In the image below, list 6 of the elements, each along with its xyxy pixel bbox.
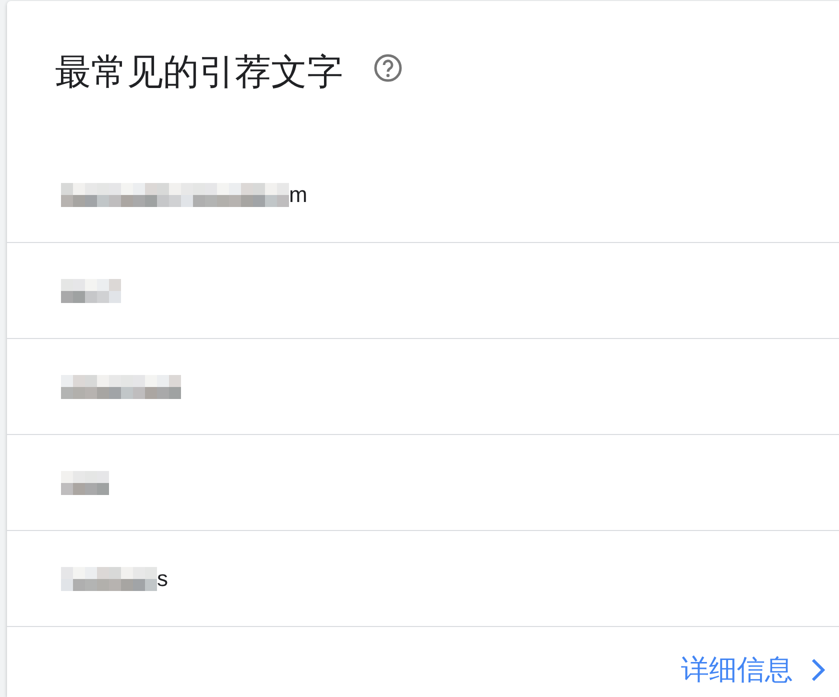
card-title: 最常见的引荐文字	[55, 51, 343, 95]
details-link[interactable]: 详细信息	[681, 651, 825, 689]
linking-text-fragment: m	[289, 182, 308, 206]
help-icon[interactable]	[373, 53, 403, 83]
linking-text-fragment: s	[157, 566, 168, 590]
chevron-right-icon	[811, 658, 825, 682]
